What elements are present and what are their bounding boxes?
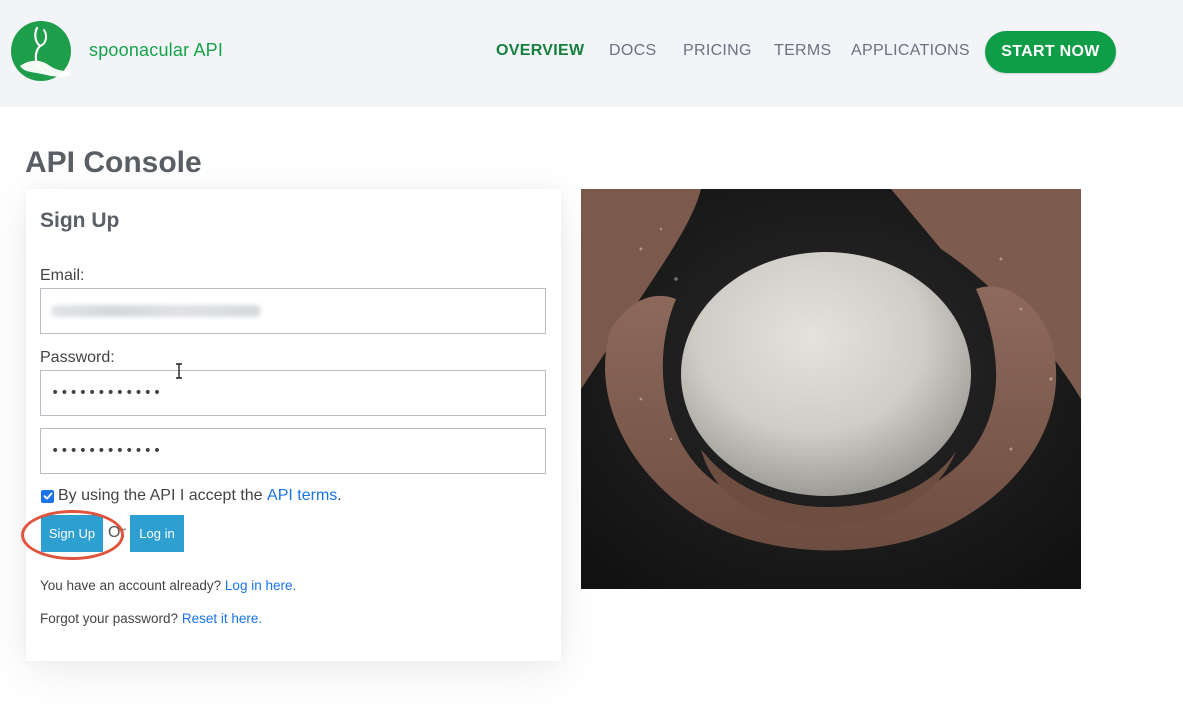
nav-overview[interactable]: OVERVIEW [496,42,584,60]
nav-applications[interactable]: APPLICATIONS [851,42,970,60]
signup-title: Sign Up [40,209,120,232]
forgot-text: Forgot your password? [40,611,179,626]
site-header: spoonacular API OVERVIEW DOCS PRICING TE… [0,0,1183,107]
terms-period: . [337,487,342,504]
have-account-text: You have an account already? [40,578,222,593]
text-cursor-icon [174,363,184,379]
email-value-blurred [51,305,261,317]
reset-it-here-link[interactable]: Reset it here. [182,611,262,626]
nav-terms[interactable]: TERMS [774,42,832,60]
page-title: API Console [25,146,202,179]
terms-row: By using the API I accept the API terms. [41,487,342,505]
spoonacular-logo-icon[interactable] [10,20,72,82]
brand-name[interactable]: spoonacular API [89,40,223,61]
start-now-button[interactable]: START NOW [985,31,1116,73]
password-confirm-value: •••••••••••• [51,443,163,459]
password-confirm-field[interactable]: •••••••••••• [40,428,546,474]
or-text: Or [108,524,126,541]
nav-docs[interactable]: DOCS [609,42,656,60]
password-field[interactable]: •••••••••••• [40,370,546,416]
dough-photo [581,189,1081,589]
log-in-button[interactable]: Log in [130,515,184,552]
api-terms-link[interactable]: API terms [267,487,337,505]
password-value: •••••••••••• [51,385,163,401]
email-field[interactable] [40,288,546,334]
log-in-here-link[interactable]: Log in here. [225,578,296,593]
sign-up-button[interactable]: Sign Up [41,515,103,552]
signup-card: Sign Up Email: Password: •••••••••••• ••… [21,189,561,661]
have-account-row: You have an account already? Log in here… [40,578,296,593]
nav-pricing[interactable]: PRICING [683,42,752,60]
forgot-password-row: Forgot your password? Reset it here. [40,611,262,626]
terms-text: By using the API I accept the [58,487,263,504]
password-label: Password: [40,349,115,366]
checkmark-icon [43,492,52,500]
terms-checkbox[interactable] [41,489,54,503]
email-label: Email: [40,267,85,284]
